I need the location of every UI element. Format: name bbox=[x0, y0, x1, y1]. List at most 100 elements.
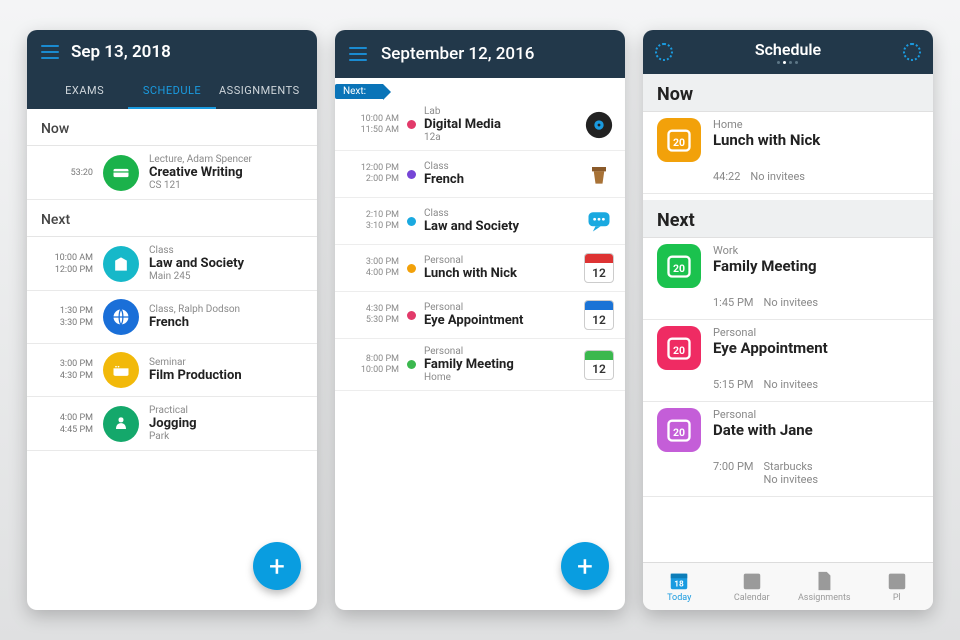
event-title: French bbox=[149, 315, 240, 330]
color-dot bbox=[407, 311, 416, 320]
event-icon bbox=[103, 155, 139, 191]
header-date: September 12, 2016 bbox=[381, 44, 534, 64]
schedule-row[interactable]: 10:00 AM11:50 AMLabDigital Media12a bbox=[335, 99, 625, 151]
event-location: 12a bbox=[424, 132, 583, 143]
add-button[interactable]: + bbox=[253, 542, 301, 590]
event-title: Lunch with Nick bbox=[424, 266, 583, 281]
time-range: 10:00 AM11:50 AM bbox=[345, 114, 399, 136]
svg-text:18: 18 bbox=[675, 580, 685, 590]
event-title: Jogging bbox=[149, 416, 197, 431]
header-title: Schedule bbox=[755, 40, 821, 59]
invitees: No invitees bbox=[750, 170, 805, 183]
event-location: Home bbox=[424, 372, 583, 383]
event-category: Class bbox=[149, 245, 244, 256]
calendar-icon: 20 bbox=[657, 326, 701, 370]
svg-text:20: 20 bbox=[673, 344, 685, 357]
bottom-tab-bar: 18 Today Calendar Assignments Pl bbox=[643, 562, 933, 610]
schedule-row[interactable]: 4:30 PM5:30 PMPersonalEye Appointment12 bbox=[335, 292, 625, 339]
tab-exams[interactable]: EXAMS bbox=[41, 74, 128, 109]
event-category: Seminar bbox=[149, 357, 242, 368]
event-title: Date with Jane bbox=[713, 421, 919, 439]
add-button[interactable]: + bbox=[561, 542, 609, 590]
event-category: Class, Ralph Dodson bbox=[149, 304, 240, 315]
schedule-row[interactable]: 20PersonalEye Appointment bbox=[643, 320, 933, 374]
calendar-icon bbox=[741, 570, 763, 592]
now-event[interactable]: 53:20 Lecture, Adam Spencer Creative Wri… bbox=[27, 146, 317, 200]
svg-text:20: 20 bbox=[673, 262, 685, 275]
schedule-row[interactable]: 3:00 PM4:00 PMPersonalLunch with Nick12 bbox=[335, 245, 625, 292]
app-header: Schedule bbox=[643, 30, 933, 74]
menu-icon[interactable] bbox=[41, 45, 59, 59]
tab-planner[interactable]: Pl bbox=[861, 563, 934, 610]
schedule-row[interactable]: 12:00 PM2:00 PMClassFrench bbox=[335, 151, 625, 198]
app-header: Sep 13, 2018 EXAMS SCHEDULE ASSIGNMENTS bbox=[27, 30, 317, 109]
event-category: Personal bbox=[713, 326, 919, 339]
sync-icon[interactable] bbox=[903, 43, 921, 61]
schedule-row[interactable]: 1:30 PM3:30 PMClass, Ralph DodsonFrench bbox=[27, 291, 317, 344]
time-range: 3:00 PM4:30 PM bbox=[37, 358, 93, 382]
time-range: 10:00 AM12:00 PM bbox=[37, 252, 93, 276]
tab-assignments[interactable]: ASSIGNMENTS bbox=[216, 74, 303, 109]
event-icon bbox=[103, 352, 139, 388]
tab-calendar[interactable]: Calendar bbox=[716, 563, 789, 610]
time-range: 4:30 PM5:30 PM bbox=[345, 304, 399, 326]
calendar-icon: 20 bbox=[657, 408, 701, 452]
tab-schedule[interactable]: SCHEDULE bbox=[128, 74, 215, 109]
time-range: 3:00 PM4:00 PM bbox=[345, 257, 399, 279]
event-category: Class bbox=[424, 208, 583, 219]
event-title: Law and Society bbox=[149, 256, 244, 271]
color-dot bbox=[407, 264, 416, 273]
schedule-row[interactable]: 10:00 AM12:00 PMClassLaw and SocietyMain… bbox=[27, 237, 317, 291]
event-title: Law and Society bbox=[424, 219, 583, 234]
now-event[interactable]: 20 Home Lunch with Nick bbox=[643, 112, 933, 166]
countdown: 53:20 bbox=[37, 167, 93, 179]
header-date: Sep 13, 2018 bbox=[71, 42, 171, 62]
event-location: CS 121 bbox=[149, 180, 252, 191]
countdown: 44:22 bbox=[713, 170, 740, 183]
tab-today[interactable]: 18 Today bbox=[643, 563, 716, 610]
schedule-row[interactable]: 2:10 PM3:10 PMClassLaw and Society bbox=[335, 198, 625, 245]
svg-text:20: 20 bbox=[673, 426, 685, 439]
event-time: 7:00 PM bbox=[713, 460, 753, 486]
mini-calendar-icon: 12 bbox=[583, 349, 615, 381]
section-now: Now bbox=[643, 74, 933, 112]
event-title: Lunch with Nick bbox=[713, 131, 919, 149]
event-title: Family Meeting bbox=[713, 257, 919, 275]
schedule-row[interactable]: 20PersonalDate with Jane bbox=[643, 402, 933, 456]
event-icon bbox=[103, 406, 139, 442]
event-extra: No invitees bbox=[763, 296, 818, 309]
section-next: Next bbox=[643, 200, 933, 238]
event-category: Lab bbox=[424, 106, 583, 117]
event-category: Lecture, Adam Spencer bbox=[149, 154, 252, 165]
vinyl-icon bbox=[583, 109, 615, 141]
event-category: Personal bbox=[424, 346, 583, 357]
event-title: French bbox=[424, 172, 583, 187]
event-category: Work bbox=[713, 244, 919, 257]
time-range: 8:00 PM10:00 PM bbox=[345, 354, 399, 376]
phone-1: Sep 13, 2018 EXAMS SCHEDULE ASSIGNMENTS … bbox=[27, 30, 317, 610]
page-dots bbox=[755, 61, 821, 64]
tab-bar: EXAMS SCHEDULE ASSIGNMENTS bbox=[41, 74, 303, 109]
color-dot bbox=[407, 217, 416, 226]
phone-3: Schedule Now 20 Home Lunch with Nick 44:… bbox=[643, 30, 933, 610]
chat-icon bbox=[583, 205, 615, 237]
section-now: Now bbox=[27, 109, 317, 146]
event-extra: No invitees bbox=[763, 378, 818, 391]
event-location: Park bbox=[149, 431, 197, 442]
schedule-row[interactable]: 8:00 PM10:00 PMPersonalFamily MeetingHom… bbox=[335, 339, 625, 391]
podium-icon bbox=[583, 158, 615, 190]
event-category: Personal bbox=[424, 255, 583, 266]
menu-icon[interactable] bbox=[349, 47, 367, 61]
mini-calendar-icon: 12 bbox=[583, 299, 615, 331]
schedule-row[interactable]: 3:00 PM4:30 PMSeminarFilm Production bbox=[27, 344, 317, 397]
settings-icon[interactable] bbox=[655, 43, 673, 61]
calendar-icon: 20 bbox=[657, 244, 701, 288]
schedule-row[interactable]: 20 WorkFamily Meeting bbox=[643, 238, 933, 292]
assignments-icon bbox=[813, 570, 835, 592]
time-range: 4:00 PM4:45 PM bbox=[37, 412, 93, 436]
svg-text:20: 20 bbox=[673, 136, 685, 149]
tab-assignments[interactable]: Assignments bbox=[788, 563, 861, 610]
today-icon: 18 bbox=[668, 570, 690, 592]
schedule-row[interactable]: 4:00 PM4:45 PM PracticalJoggingPark bbox=[27, 397, 317, 451]
event-category: Practical bbox=[149, 405, 197, 416]
